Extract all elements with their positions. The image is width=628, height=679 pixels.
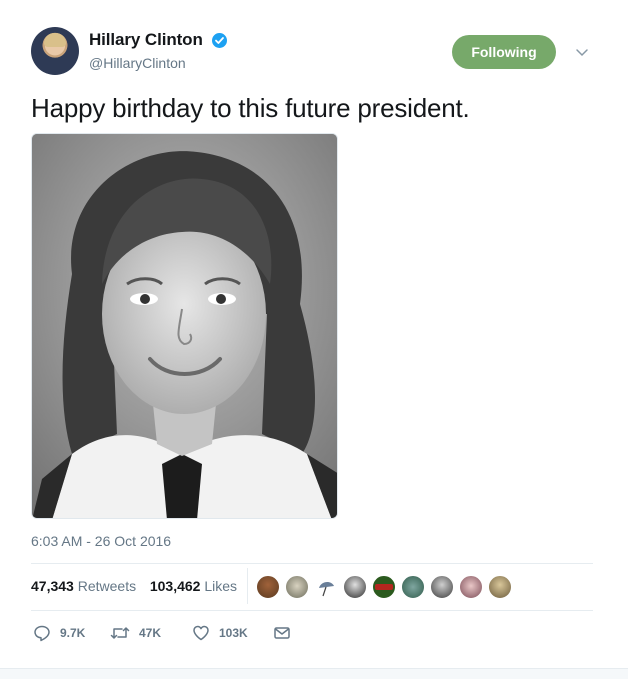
tweet-stats: 47,343 Retweets 103,462 Likes (31, 578, 237, 594)
retweet-count: 47K (139, 626, 162, 640)
retweet-action[interactable]: 47K (110, 623, 161, 643)
likes-label[interactable]: Likes (204, 578, 237, 594)
verified-badge-icon (212, 33, 227, 48)
liker-avatar[interactable] (459, 575, 483, 599)
liker-avatar[interactable] (401, 575, 425, 599)
caret-down-icon[interactable] (574, 44, 590, 60)
reply-count: 9.7K (60, 626, 86, 640)
liker-avatar[interactable] (488, 575, 512, 599)
liker-avatar[interactable] (314, 575, 338, 599)
tweet-card: Hillary Clinton @HillaryClinton Followin… (0, 0, 628, 679)
liker-avatar[interactable] (285, 575, 309, 599)
like-action[interactable]: 103K (192, 623, 248, 643)
liker-avatar[interactable] (372, 575, 396, 599)
tweet-footer-strip (0, 668, 628, 679)
direct-message-action[interactable] (273, 623, 300, 643)
childhood-portrait-image (32, 134, 337, 518)
tweet-photo[interactable] (31, 133, 338, 519)
author-avatar[interactable] (31, 27, 79, 75)
retweets-count[interactable]: 47,343 (31, 578, 74, 594)
heart-icon (193, 625, 209, 641)
following-button[interactable]: Following (452, 35, 556, 69)
author-name[interactable]: Hillary Clinton (89, 30, 203, 50)
reply-icon (34, 625, 50, 642)
avatar-hair (44, 33, 66, 47)
reply-action[interactable]: 9.7K (33, 623, 85, 643)
liker-avatar[interactable] (343, 575, 367, 599)
retweet-icon (110, 627, 130, 639)
liker-avatar[interactable] (430, 575, 454, 599)
retweets-label[interactable]: Retweets (78, 578, 136, 594)
author-handle[interactable]: @HillaryClinton (89, 55, 186, 71)
like-count: 103K (219, 626, 248, 640)
tweet-text: Happy birthday to this future president. (31, 93, 470, 123)
likes-count[interactable]: 103,462 (150, 578, 201, 594)
stats-separator (247, 568, 248, 604)
message-icon (274, 627, 290, 639)
divider (31, 610, 593, 611)
tweet-timestamp[interactable]: 6:03 AM - 26 Oct 2016 (31, 533, 171, 549)
liker-avatar[interactable] (256, 575, 280, 599)
divider (31, 563, 593, 564)
